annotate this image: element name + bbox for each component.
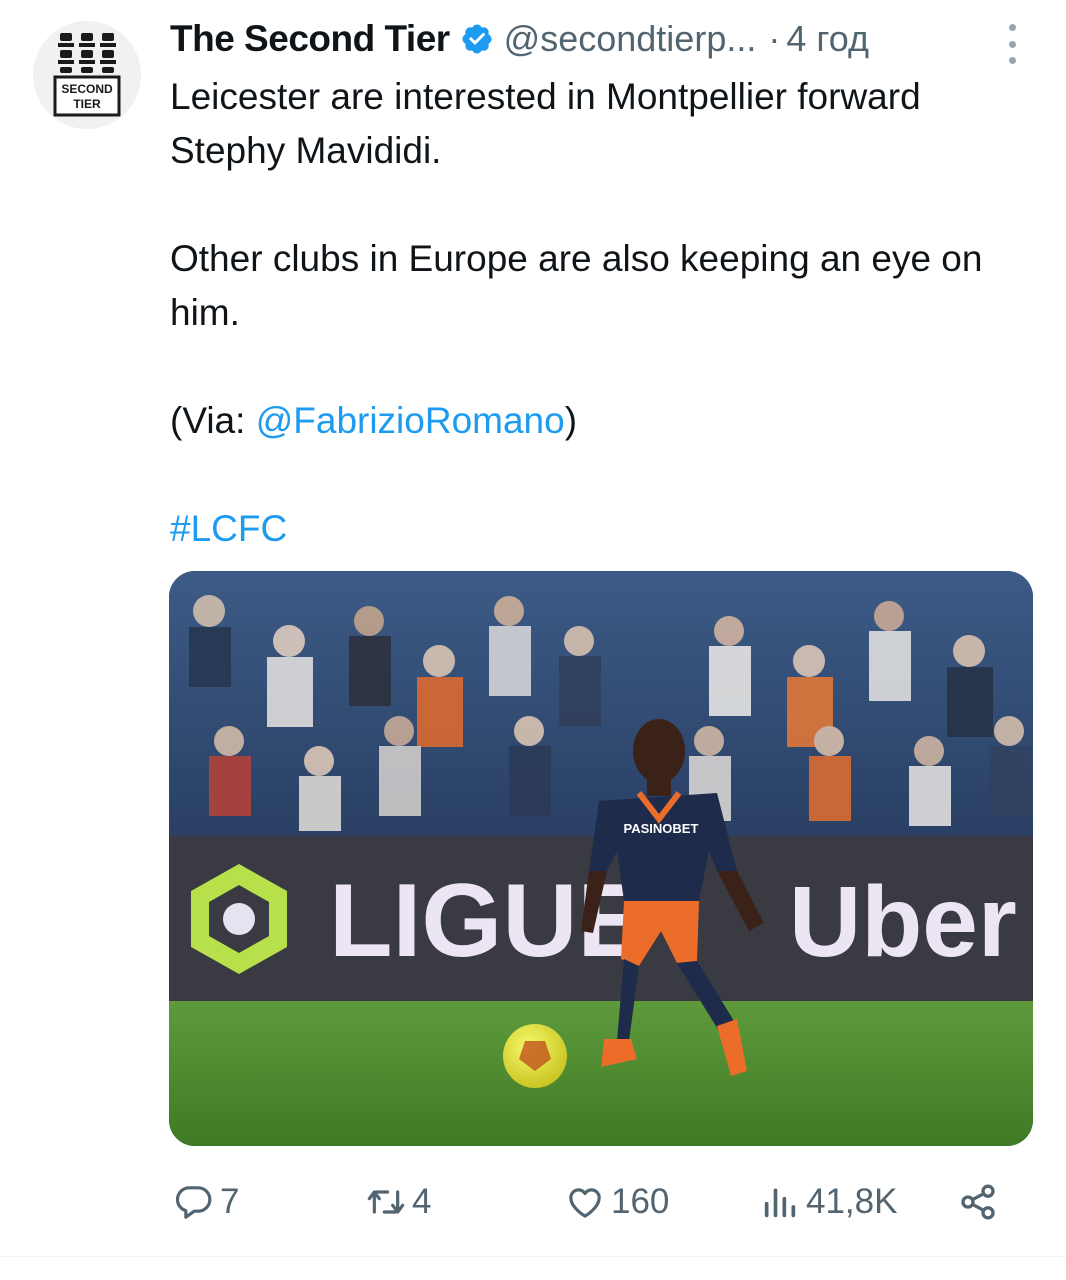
tweet-actions: 7 4 160 41,8K (170, 1170, 1030, 1234)
board-text-uber: Uber (789, 866, 1017, 978)
tweet-header: The Second Tier @secondtierp... · 4 год (170, 14, 1030, 64)
via-prefix: (Via: (170, 400, 256, 441)
like-button[interactable]: 160 (565, 1170, 669, 1234)
retweet-button[interactable]: 4 (366, 1170, 431, 1234)
share-icon (961, 1184, 995, 1220)
views-count: 41,8K (806, 1182, 898, 1221)
tweet-paragraph-via: (Via: @FabrizioRomano) (170, 394, 1040, 448)
tweet-media-image[interactable]: LIGUE Uber PASINOBET (169, 571, 1033, 1146)
retweet-icon (367, 1190, 405, 1214)
more-options-icon[interactable] (1003, 24, 1021, 64)
verified-badge-icon[interactable] (460, 22, 494, 56)
reply-icon (175, 1186, 212, 1219)
separator-dot: · (768, 18, 781, 59)
logo-text-tier: TIER (73, 97, 101, 111)
logo-text-second: SECOND (61, 82, 113, 96)
hashtag-link[interactable]: #LCFC (170, 508, 287, 549)
via-suffix: ) (564, 400, 578, 441)
views-button[interactable]: 41,8K (760, 1170, 897, 1234)
shirt-sponsor: PASINOBET (624, 821, 699, 836)
share-button[interactable] (958, 1170, 1004, 1234)
author-handle[interactable]: @secondtierp... (504, 18, 757, 60)
divider (0, 1256, 1066, 1257)
reply-button[interactable]: 7 (174, 1170, 239, 1234)
tweet-body: Leicester are interested in Montpellier … (170, 70, 1040, 556)
retweet-count: 4 (412, 1182, 432, 1221)
football-photo: LIGUE Uber PASINOBET (169, 571, 1033, 1146)
reply-count: 7 (220, 1182, 240, 1221)
tweet-paragraph-2: Other clubs in Europe are also keeping a… (170, 238, 983, 333)
heart-icon (569, 1188, 601, 1218)
tweet-paragraph-1: Leicester are interested in Montpellier … (170, 76, 921, 171)
like-count: 160 (611, 1182, 670, 1221)
mention-link[interactable]: @FabrizioRomano (256, 400, 565, 441)
second-tier-logo: SECOND TIER (33, 21, 141, 129)
tweet-timestamp[interactable]: 4 год (786, 18, 869, 60)
author-avatar[interactable]: SECOND TIER (33, 21, 141, 129)
views-chart-icon (764, 1188, 796, 1218)
author-name[interactable]: The Second Tier (170, 18, 450, 60)
